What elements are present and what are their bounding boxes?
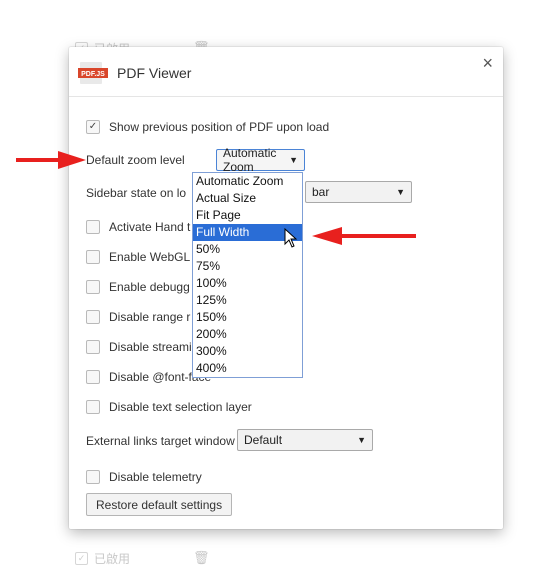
disable-text-selection-checkbox[interactable] [86, 400, 100, 414]
default-zoom-label: Default zoom level [86, 153, 185, 167]
sidebar-state-label: Sidebar state on lo [86, 186, 187, 200]
disable-telemetry-row[interactable]: Disable telemetry [86, 470, 202, 484]
annotation-arrow-right-icon [16, 151, 86, 169]
enable-debugger-checkbox[interactable] [86, 280, 100, 294]
title-divider [69, 96, 503, 97]
chevron-down-icon: ▼ [396, 187, 405, 197]
disable-range-checkbox[interactable] [86, 310, 100, 324]
close-icon[interactable]: × [482, 53, 493, 74]
disable-streaming-label: Disable streami [109, 340, 192, 354]
disable-text-selection-row[interactable]: Disable text selection layer [86, 400, 252, 414]
disable-text-selection-label: Disable text selection layer [109, 400, 252, 414]
annotation-arrow-left-icon [312, 227, 416, 245]
enable-webgl-label: Enable WebGL [109, 250, 191, 264]
disable-range-row[interactable]: Disable range r [86, 310, 190, 324]
disable-font-face-checkbox[interactable] [86, 370, 100, 384]
chevron-down-icon: ▼ [289, 155, 298, 165]
background-extension-row-bottom: ✓ 已啟用 🗑 [75, 550, 210, 567]
logo-text: PDF.JS [81, 71, 105, 78]
external-links-select[interactable]: Default ▼ [237, 429, 373, 451]
disable-range-label: Disable range r [109, 310, 191, 324]
disable-telemetry-label: Disable telemetry [109, 470, 202, 484]
disable-streaming-row[interactable]: Disable streami [86, 340, 192, 354]
trash-icon[interactable]: 🗑 [193, 550, 210, 566]
zoom-option[interactable]: 125% [193, 292, 302, 309]
enable-debugger-label: Enable debugg [109, 280, 190, 294]
zoom-option[interactable]: 75% [193, 258, 302, 275]
activate-hand-row[interactable]: Activate Hand t [86, 220, 190, 234]
restore-default-settings-button[interactable]: Restore default settings [86, 493, 233, 516]
enable-webgl-row[interactable]: Enable WebGL [86, 250, 190, 264]
show-previous-position-label: Show previous position of PDF upon load [109, 120, 330, 134]
zoom-option[interactable]: Fit Page [193, 207, 302, 224]
zoom-option[interactable]: 150% [193, 309, 302, 326]
default-zoom-select[interactable]: Automatic Zoom ▼ [216, 146, 305, 174]
enable-debugger-row[interactable]: Enable debugg [86, 280, 190, 294]
background-enabled-checkbox[interactable]: ✓ [75, 552, 88, 565]
enable-webgl-checkbox[interactable] [86, 250, 100, 264]
activate-hand-checkbox[interactable] [86, 220, 100, 234]
mouse-cursor-icon [284, 228, 298, 248]
sidebar-state-select[interactable]: bar ▼ [305, 181, 412, 203]
external-links-label: External links target window [86, 434, 235, 448]
sidebar-state-value: bar [312, 185, 330, 199]
zoom-dropdown-list[interactable]: Automatic Zoom Actual Size Fit Page Full… [192, 172, 303, 378]
zoom-option[interactable]: 100% [193, 275, 302, 292]
show-previous-position-row[interactable]: ✓ Show previous position of PDF upon loa… [86, 120, 329, 134]
options-dialog: PDF.JS PDF Viewer × ✓ Show previous posi… [69, 47, 503, 529]
disable-telemetry-checkbox[interactable] [86, 470, 100, 484]
default-zoom-value: Automatic Zoom [223, 146, 277, 174]
chevron-down-icon: ▼ [357, 435, 366, 445]
show-previous-position-checkbox[interactable]: ✓ [86, 120, 100, 134]
pdfjs-logo-icon: PDF.JS [78, 62, 108, 84]
background-enabled-label: 已啟用 [94, 552, 131, 566]
disable-streaming-checkbox[interactable] [86, 340, 100, 354]
external-links-value: Default [244, 433, 283, 447]
zoom-option[interactable]: 300% [193, 343, 302, 360]
zoom-option[interactable]: Automatic Zoom [193, 173, 302, 190]
zoom-option[interactable]: 200% [193, 326, 302, 343]
zoom-option[interactable]: Actual Size [193, 190, 302, 207]
zoom-option[interactable]: 400% [193, 360, 302, 377]
activate-hand-label: Activate Hand t [109, 220, 191, 234]
dialog-title: PDF Viewer [117, 65, 192, 81]
